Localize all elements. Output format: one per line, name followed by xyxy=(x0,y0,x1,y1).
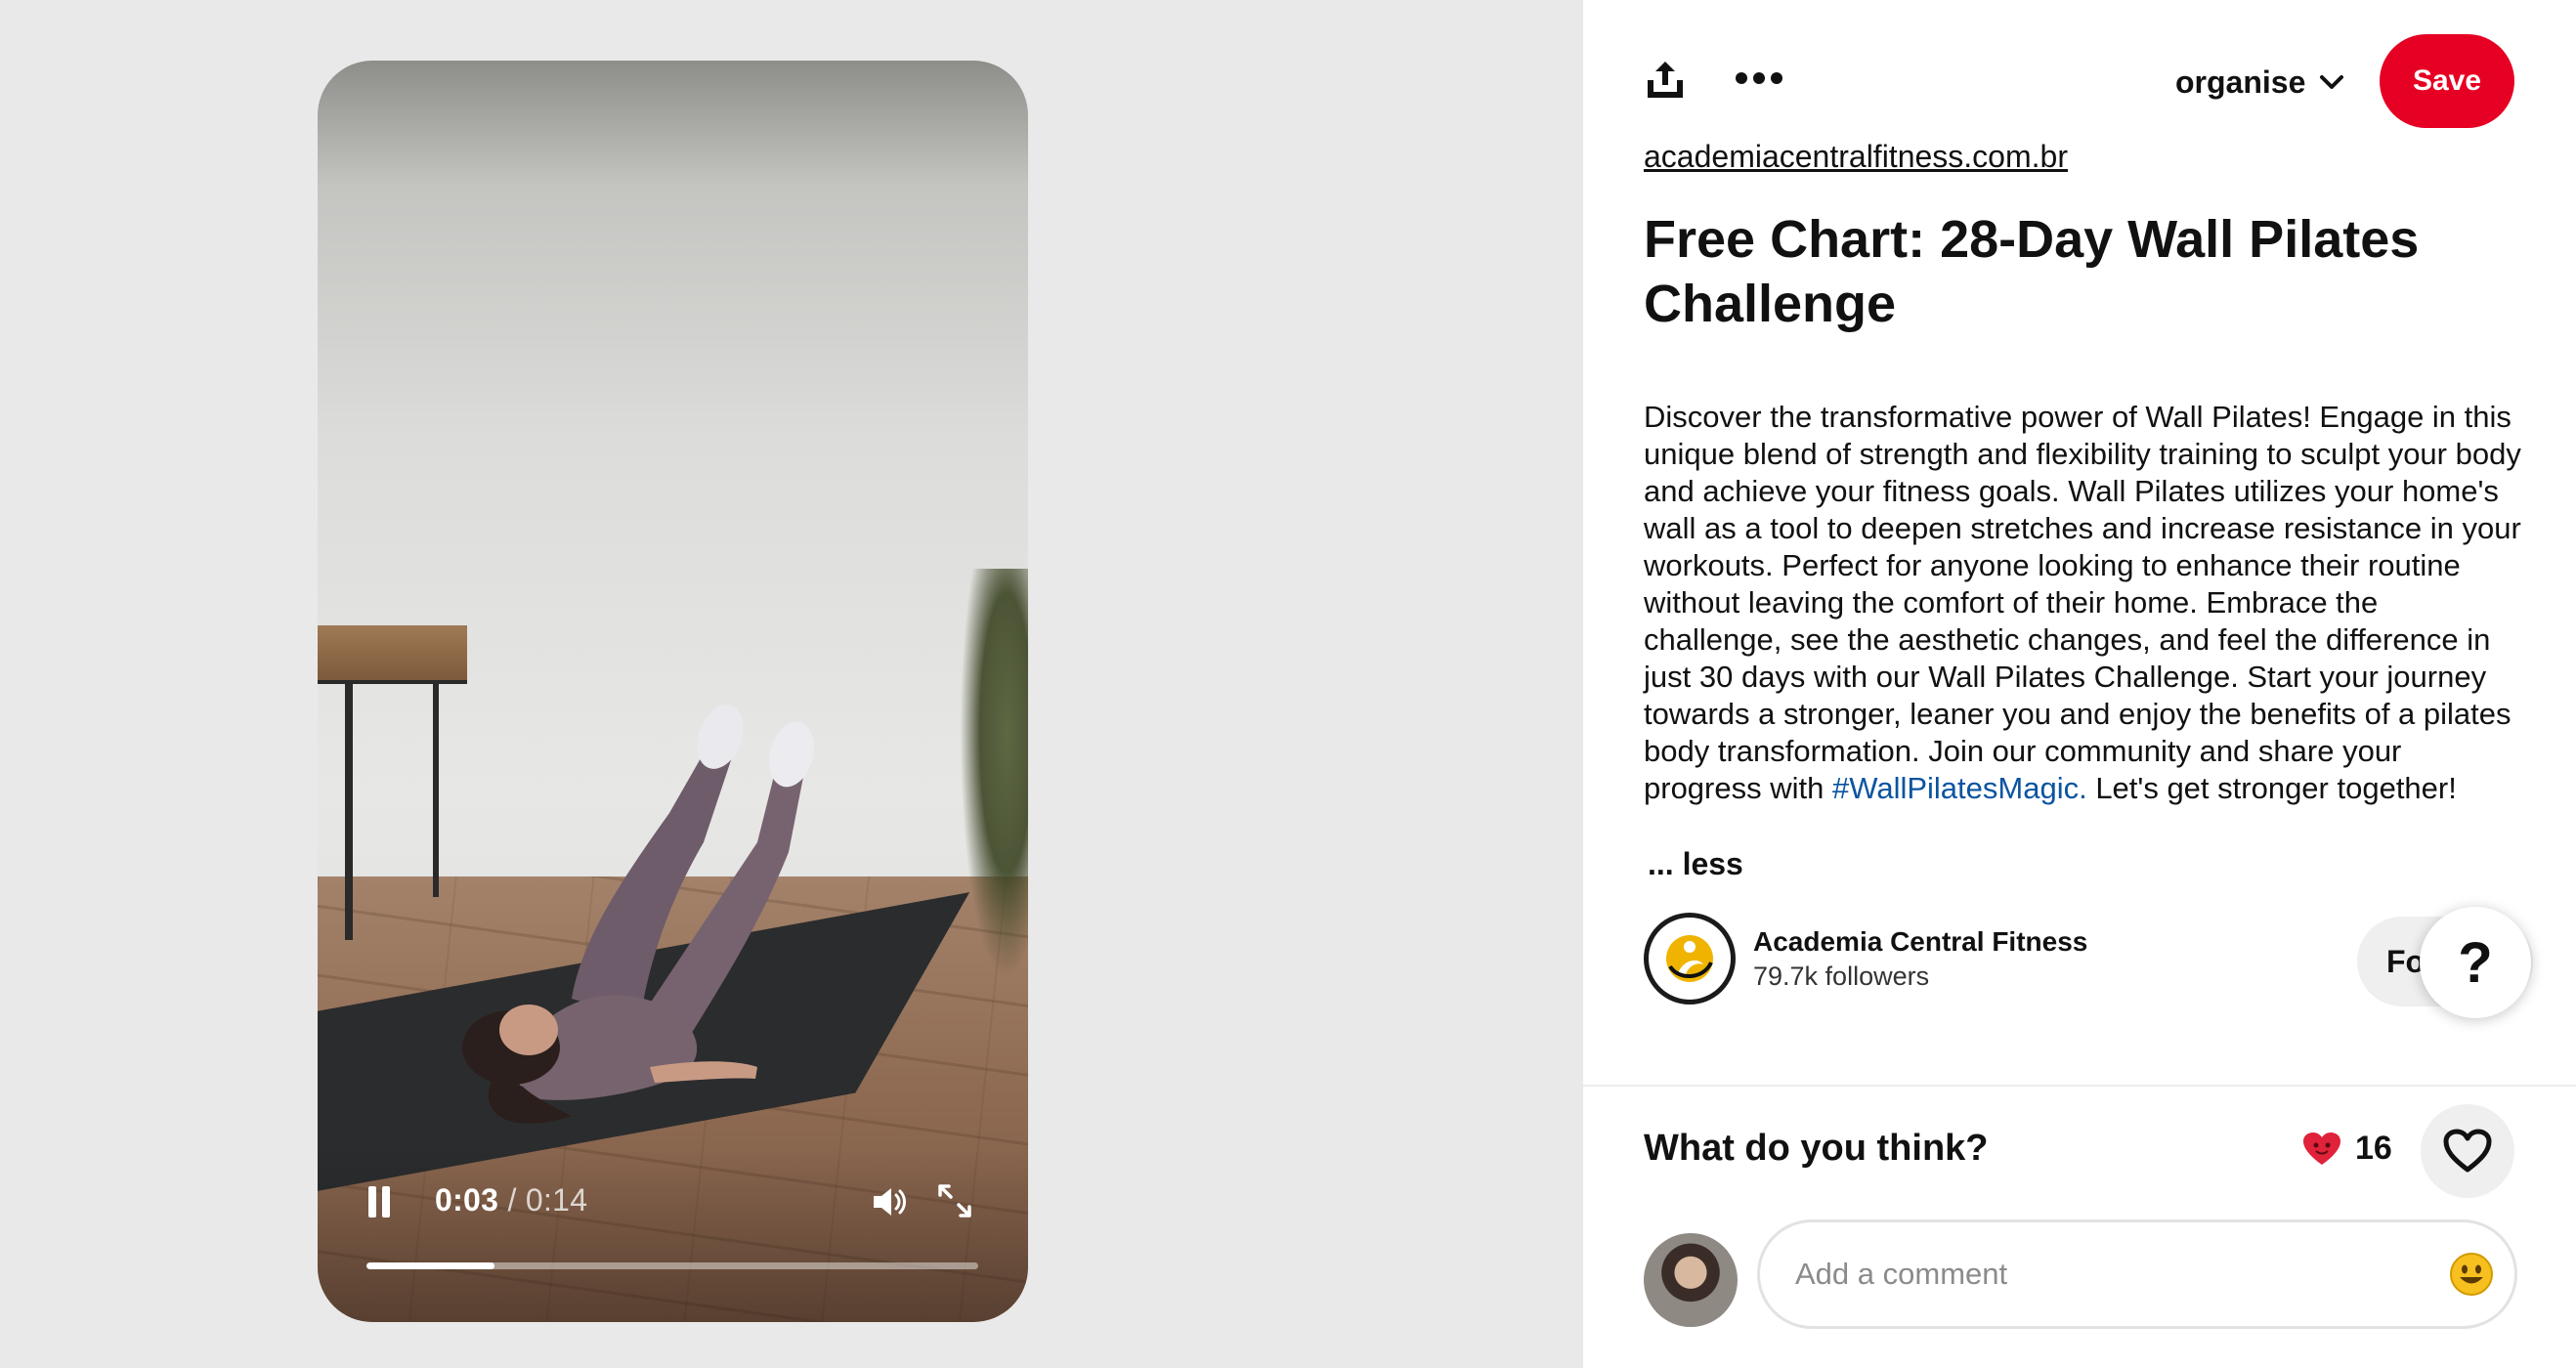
video-time-separator: / xyxy=(507,1182,517,1218)
video-current-time: 0:03 xyxy=(435,1182,499,1218)
user-avatar[interactable] xyxy=(1644,1233,1738,1327)
video-duration: 0:14 xyxy=(525,1182,588,1218)
heart-reaction-icon xyxy=(2303,1132,2340,1165)
board-select[interactable]: organise xyxy=(2175,53,2346,111)
like-button[interactable] xyxy=(2421,1104,2514,1198)
pause-icon[interactable] xyxy=(366,1184,394,1219)
board-select-label: organise xyxy=(2175,64,2306,100)
video-progress-bar[interactable] xyxy=(366,1262,978,1269)
video-desk-leg xyxy=(345,682,353,940)
share-icon[interactable] xyxy=(1644,59,1687,102)
more-icon[interactable] xyxy=(1735,68,1783,88)
pin-description-end: Let's get stronger together! xyxy=(2086,771,2457,805)
source-link[interactable]: academiacentralfitness.com.br xyxy=(1644,139,2068,175)
chevron-down-icon xyxy=(2320,75,2344,89)
reaction-summary[interactable]: 16 xyxy=(2302,1130,2392,1168)
comment-input[interactable] xyxy=(1793,1256,2448,1293)
pin-description-text: Discover the transformative power of Wal… xyxy=(1644,400,2521,805)
creator-avatar[interactable] xyxy=(1644,913,1736,1005)
heart-outline-icon xyxy=(2443,1129,2492,1173)
video-progress-fill xyxy=(366,1262,495,1269)
pin-title: Free Chart: 28-Day Wall Pilates Challeng… xyxy=(1644,210,2420,333)
help-button[interactable]: ? xyxy=(2420,907,2531,1018)
pin-action-bar: organise Save xyxy=(1583,29,2576,133)
creator-text: Academia Central Fitness 79.7k followers xyxy=(1753,926,2087,992)
creator-logo xyxy=(1653,921,1727,996)
video-controls-gradient xyxy=(318,1146,1028,1322)
pin-description: Discover the transformative power of Wal… xyxy=(1644,399,2523,807)
creator-name[interactable]: Academia Central Fitness xyxy=(1753,926,2087,958)
video-player[interactable]: 0:03 / 0:14 xyxy=(318,61,1028,1322)
reaction-count: 16 xyxy=(2355,1130,2392,1167)
hashtag-link[interactable]: #WallPilatesMagic. xyxy=(1832,771,2087,805)
comment-box[interactable] xyxy=(1757,1219,2517,1329)
creator-info[interactable]: Academia Central Fitness 79.7k followers xyxy=(1644,913,2087,1005)
video-time: 0:03 / 0:14 xyxy=(435,1182,587,1218)
volume-icon[interactable] xyxy=(870,1182,909,1221)
creator-followers: 79.7k followers xyxy=(1753,961,1930,991)
video-person xyxy=(462,705,815,1124)
save-button[interactable]: Save xyxy=(2380,34,2514,128)
fullscreen-icon[interactable] xyxy=(936,1182,973,1219)
section-divider xyxy=(1583,1085,2576,1087)
pin-details-panel: organise Save academiacentralfitness.com… xyxy=(1583,0,2576,1368)
show-less-button[interactable]: ... less xyxy=(1648,846,1743,882)
comments-heading: What do you think? xyxy=(1644,1128,1989,1169)
emoji-icon[interactable] xyxy=(2448,1251,2495,1298)
